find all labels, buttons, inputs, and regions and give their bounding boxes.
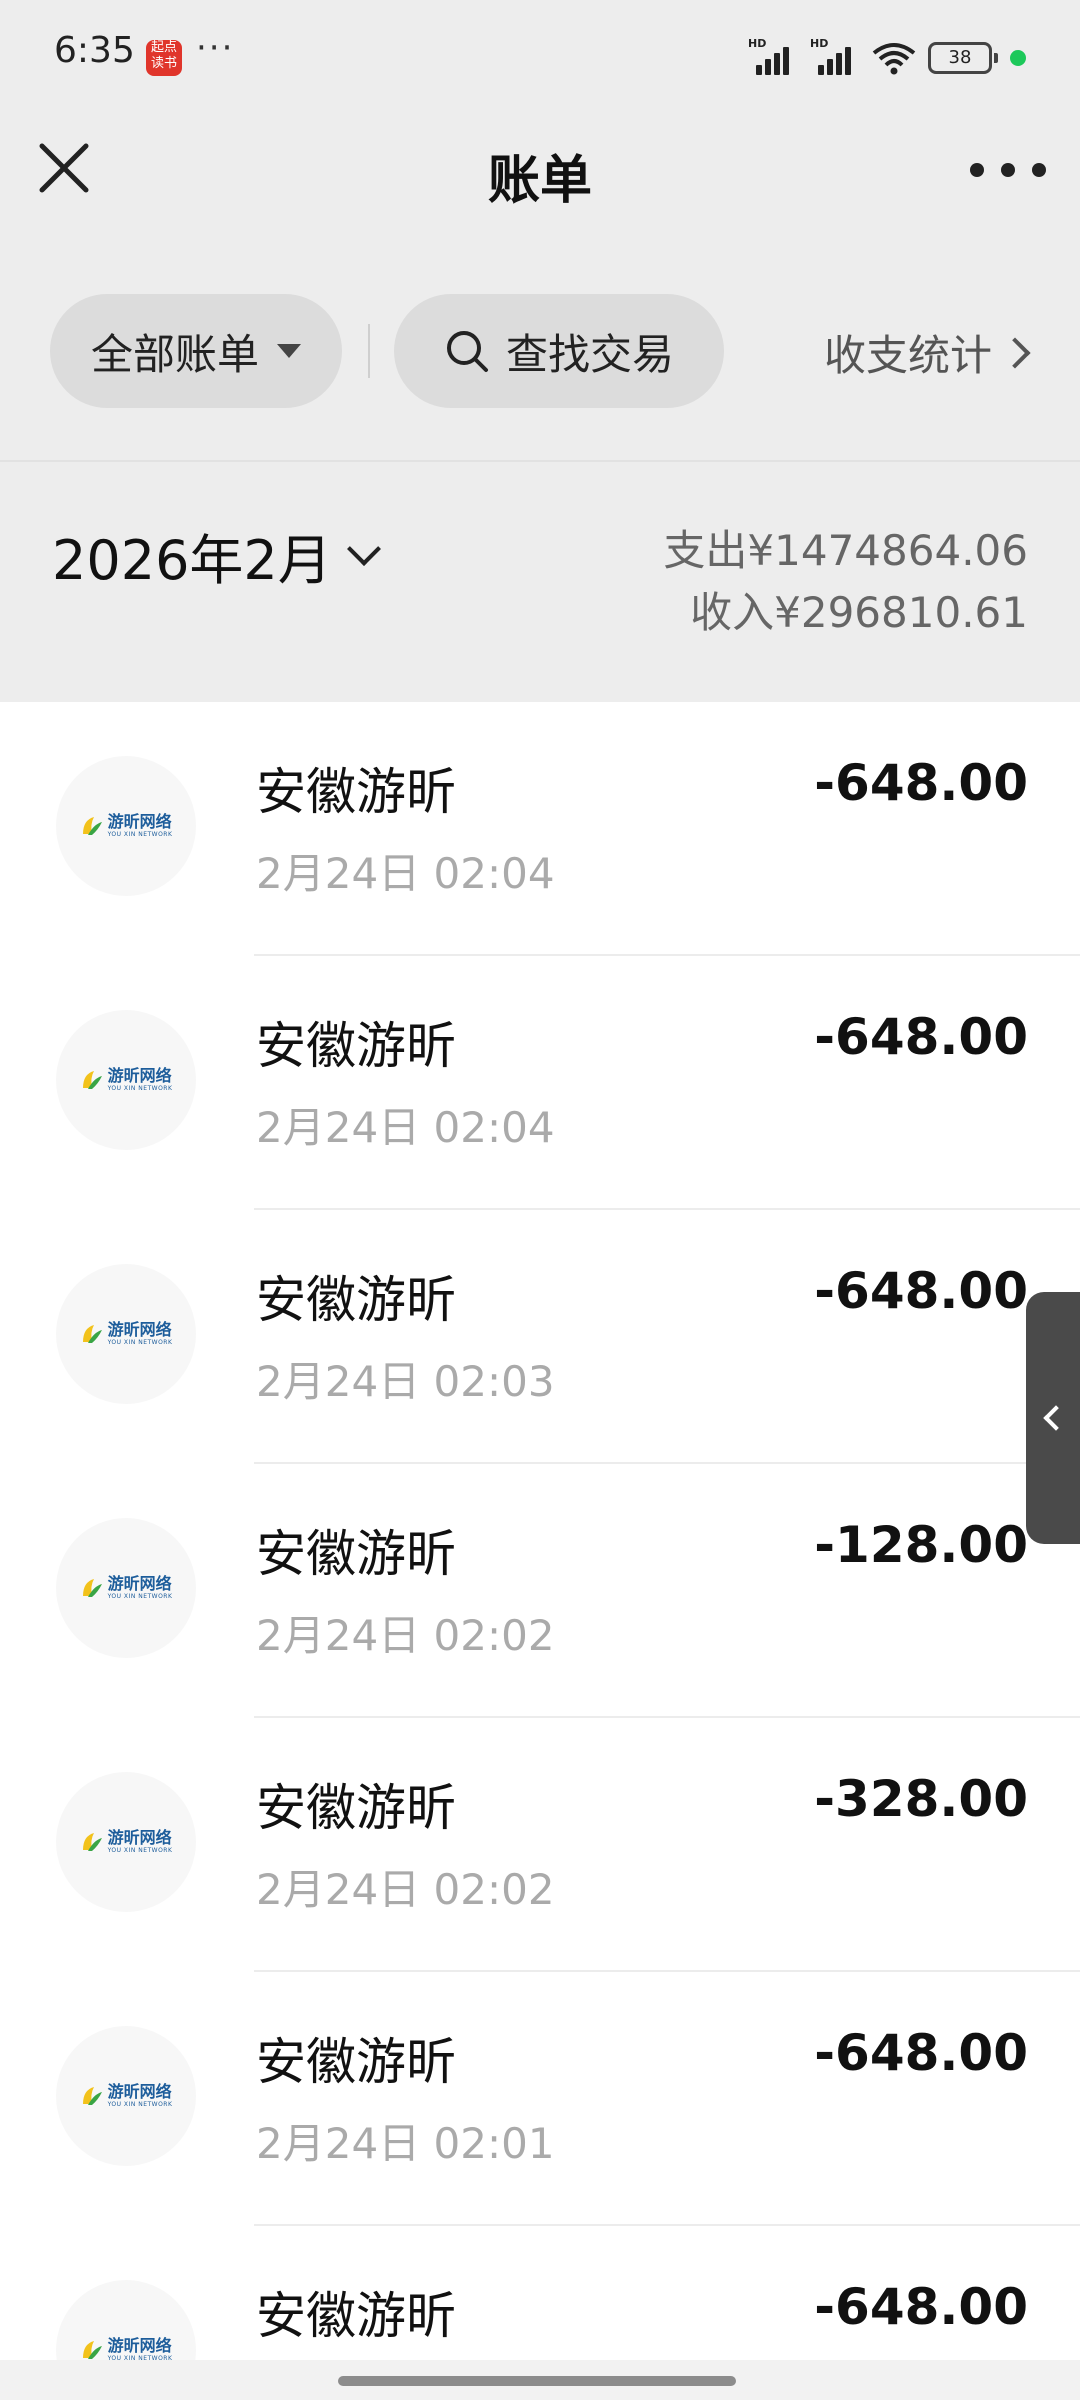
expense-total: 支出¥1474864.06 — [663, 526, 1028, 575]
status-more-icon: ··· — [196, 28, 235, 68]
month-totals: 支出¥1474864.06 收入¥296810.61 — [663, 520, 1028, 644]
merchant-logo: 游昕网络 YOU XIN NETWORK — [56, 2026, 196, 2166]
logo-text-en: YOU XIN NETWORK — [107, 1593, 173, 1600]
transaction-row[interactable]: 游昕网络 YOU XIN NETWORK 安徽游昕 2月24日 02:04 -648.0… — [0, 702, 1080, 956]
leaf-logo-icon — [82, 817, 102, 835]
status-indicators: HD HD 38 — [748, 37, 1026, 78]
transaction-time: 2月24日 02:04 — [256, 1103, 555, 1152]
transaction-amount: -328.00 — [814, 1770, 1028, 1828]
transaction-row[interactable]: 游昕网络 YOU XIN NETWORK 安徽游昕 2月24日 02:04 -648.0… — [0, 956, 1080, 1210]
merchant-name: 安徽游昕 — [256, 1779, 456, 1837]
logo-text-en: YOU XIN NETWORK — [107, 1847, 173, 1854]
month-label: 2026年2月 — [52, 529, 332, 592]
logo-text-en: YOU XIN NETWORK — [107, 831, 173, 838]
chevron-left-icon — [1043, 1405, 1069, 1431]
leaf-logo-icon — [82, 1579, 102, 1597]
merchant-logo: 游昕网络 YOU XIN NETWORK — [56, 1264, 196, 1404]
search-label: 查找交易 — [505, 329, 674, 379]
leaf-logo-icon — [82, 2087, 102, 2105]
wifi-icon — [872, 43, 916, 75]
transaction-row[interactable]: 游昕网络 YOU XIN NETWORK 安徽游昕 2月24日 02:03 -648.0… — [0, 1210, 1080, 1464]
all-bills-dropdown[interactable]: 全部账单 — [50, 294, 342, 408]
gesture-bar — [0, 2360, 1080, 2400]
merchant-logo: 游昕网络 YOU XIN NETWORK — [56, 1518, 196, 1658]
leaf-logo-icon — [82, 1071, 102, 1089]
more-button[interactable] — [970, 142, 1046, 198]
leaf-logo-icon — [82, 1833, 102, 1851]
merchant-logo: 游昕网络 YOU XIN NETWORK — [56, 756, 196, 896]
transaction-row[interactable]: 游昕网络 YOU XIN NETWORK 安徽游昕 2月24日 02:02 -128.0… — [0, 1464, 1080, 1718]
transaction-row[interactable]: 游昕网络 YOU XIN NETWORK 安徽游昕 -648.00 — [0, 2226, 1080, 2360]
logo-text-cn: 游昕网络 — [107, 812, 172, 831]
leaf-logo-icon — [82, 1325, 102, 1343]
logo-text-cn: 游昕网络 — [107, 2336, 172, 2355]
chevron-down-icon — [346, 531, 381, 566]
logo-text-en: YOU XIN NETWORK — [107, 2101, 173, 2108]
battery-icon: 38 — [928, 42, 998, 74]
leaf-logo-icon — [82, 2341, 102, 2359]
logo-text-en: YOU XIN NETWORK — [107, 1339, 173, 1346]
filter-row: 全部账单 查找交易 收支统计 — [0, 294, 1080, 410]
search-transactions-button[interactable]: 查找交易 — [394, 294, 724, 408]
transaction-amount: -648.00 — [814, 1008, 1028, 1066]
chevron-right-icon — [999, 336, 1031, 369]
merchant-name: 安徽游昕 — [256, 1017, 456, 1075]
home-indicator[interactable] — [338, 2376, 736, 2386]
nav-bar: 账单 — [0, 120, 1080, 220]
income-total: 收入¥296810.61 — [690, 588, 1028, 637]
logo-text-cn: 游昕网络 — [107, 2082, 172, 2101]
transaction-amount: -648.00 — [814, 1262, 1028, 1320]
month-header: 2026年2月 支出¥1474864.06 收入¥296810.61 — [0, 462, 1080, 702]
logo-text-cn: 游昕网络 — [107, 1066, 172, 1085]
transaction-row[interactable]: 游昕网络 YOU XIN NETWORK 安徽游昕 2月24日 02:02 -328.0… — [0, 1718, 1080, 1972]
income-expense-stats-link[interactable]: 收支统计 — [823, 322, 1031, 383]
merchant-name: 安徽游昕 — [256, 1271, 456, 1329]
transaction-amount: -128.00 — [814, 1516, 1028, 1574]
page-title: 账单 — [487, 151, 592, 211]
battery-level: 38 — [928, 42, 992, 74]
transaction-time: 2月24日 02:01 — [256, 2119, 555, 2168]
transaction-amount: -648.00 — [814, 2278, 1028, 2336]
merchant-name: 安徽游昕 — [256, 2033, 456, 2091]
all-bills-label: 全部账单 — [90, 329, 259, 379]
transaction-amount: -648.00 — [814, 2024, 1028, 2082]
month-selector[interactable]: 2026年2月 — [52, 516, 381, 595]
caret-down-icon — [277, 344, 301, 358]
privacy-dot-icon — [1010, 50, 1026, 66]
logo-text-cn: 游昕网络 — [107, 1320, 172, 1339]
transaction-row[interactable]: 游昕网络 YOU XIN NETWORK 安徽游昕 2月24日 02:01 -648.0… — [0, 1972, 1080, 2226]
merchant-logo: 游昕网络 YOU XIN NETWORK — [56, 2280, 196, 2360]
logo-text-cn: 游昕网络 — [107, 1574, 172, 1593]
transaction-list: 游昕网络 YOU XIN NETWORK 安徽游昕 2月24日 02:04 -648.0… — [0, 702, 1080, 2360]
more-dot — [1032, 163, 1046, 177]
divider — [368, 324, 370, 378]
qidian-app-icon: 起点 读书 — [146, 40, 182, 76]
merchant-logo: 游昕网络 YOU XIN NETWORK — [56, 1010, 196, 1150]
signal-icon-2: HD — [810, 37, 860, 75]
search-icon — [446, 331, 488, 372]
merchant-name: 安徽游昕 — [256, 1525, 456, 1583]
more-dot — [970, 163, 984, 177]
transaction-time: 2月24日 02:03 — [256, 1357, 555, 1406]
transaction-time: 2月24日 02:02 — [256, 1865, 555, 1914]
merchant-name: 安徽游昕 — [256, 2287, 456, 2345]
transaction-amount: -648.00 — [814, 754, 1028, 812]
signal-icon: HD — [748, 37, 798, 75]
status-bar: 6:35 起点 读书 ··· HD HD 38 — [0, 0, 1080, 112]
transaction-time: 2月24日 02:04 — [256, 849, 555, 898]
transaction-time: 2月24日 02:02 — [256, 1611, 555, 1660]
status-time: 6:35 — [54, 30, 135, 71]
side-panel-handle[interactable] — [1026, 1292, 1080, 1544]
logo-text-cn: 游昕网络 — [107, 1828, 172, 1847]
logo-text-en: YOU XIN NETWORK — [107, 1085, 173, 1092]
merchant-name: 安徽游昕 — [256, 763, 456, 821]
merchant-logo: 游昕网络 YOU XIN NETWORK — [56, 1772, 196, 1912]
more-dot — [1001, 163, 1015, 177]
stats-label: 收支统计 — [823, 331, 992, 380]
